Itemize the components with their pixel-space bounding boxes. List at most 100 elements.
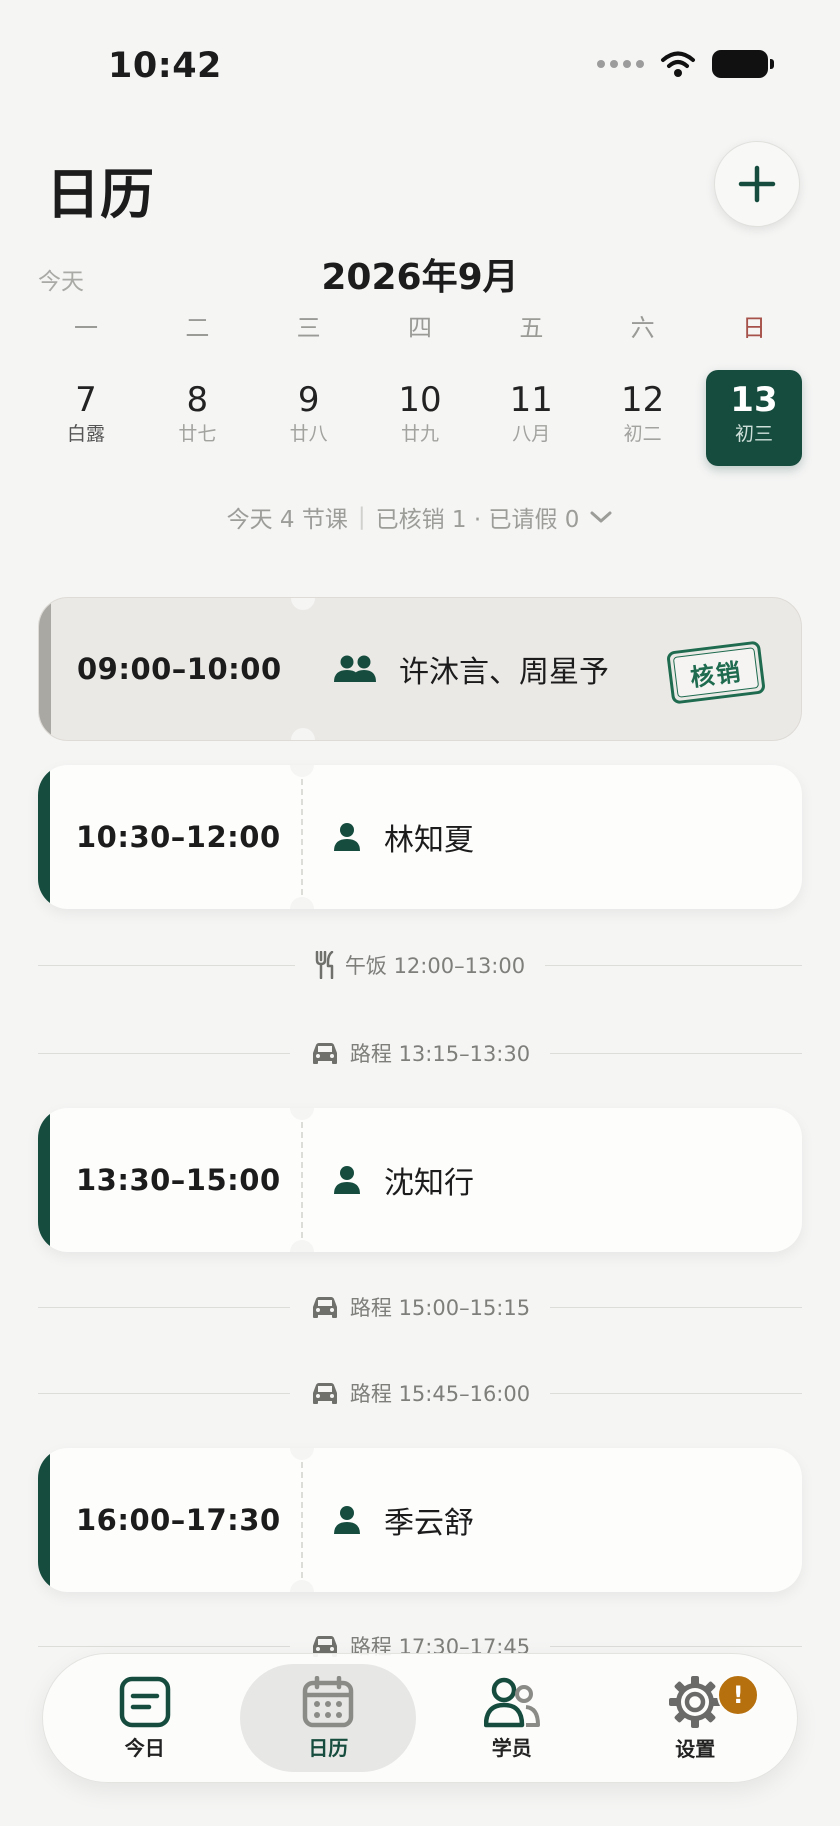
ticket-notch [290, 1108, 314, 1120]
date-row: 7 白露 8 廿七 9 廿八 10 廿九 11 八月 12 初二 13 初三 [38, 370, 802, 466]
weekday-label: 二 [185, 314, 210, 342]
lesson-card-checked[interactable]: 09:00–10:00 许沐言、周星予 核销 [38, 597, 802, 741]
today-icon [119, 1676, 170, 1727]
lunar-date: 廿七 [178, 423, 217, 445]
separator-line [38, 1306, 290, 1308]
date-cell[interactable]: 9 廿八 [261, 370, 357, 466]
date-cell[interactable]: 12 初二 [595, 370, 691, 466]
weekday-label-sunday: 日 [741, 314, 766, 342]
date-cell[interactable]: 11 八月 [483, 370, 579, 466]
lunar-date: 廿九 [400, 423, 439, 445]
date-cell[interactable]: 8 廿七 [149, 370, 245, 466]
break-label: 午饭 12:00–13:00 [344, 954, 526, 978]
student-names: 许沐言、周星予 [399, 655, 609, 690]
weekday-label: 五 [519, 314, 544, 342]
lesson-students: 沈知行 [332, 1108, 474, 1252]
card-divider [301, 779, 303, 895]
lesson-students: 林知夏 [332, 765, 474, 909]
weekday-label: 一 [74, 314, 98, 342]
tab-label: 设置 [675, 1736, 716, 1761]
calendar-icon [303, 1675, 354, 1727]
group-icon [334, 655, 376, 682]
weekday-label: 四 [407, 314, 432, 342]
travel-separator: 路程 13:15–13:30 [38, 1037, 802, 1069]
travel-separator: 路程 15:45–16:00 [38, 1377, 802, 1409]
tab-calendar[interactable]: 日历 [240, 1664, 417, 1772]
separator-line [38, 1645, 290, 1647]
separator-line [550, 1052, 802, 1054]
plus-icon [738, 165, 776, 203]
person-icon [334, 1506, 360, 1534]
gear-icon [669, 1675, 722, 1728]
tab-settings[interactable]: 设置 ! [607, 1664, 783, 1772]
separator-line [550, 1392, 802, 1394]
student-name: 沈知行 [384, 1166, 474, 1201]
status-time: 10:42 [108, 46, 222, 86]
ticket-notch [291, 598, 315, 610]
separator-line [38, 964, 295, 966]
student-name: 季云舒 [384, 1506, 474, 1541]
ticket-notch [290, 1240, 314, 1252]
date-cell[interactable]: 7 白露 [38, 370, 134, 466]
separator-line [545, 964, 802, 966]
card-accent-bar [38, 765, 50, 909]
break-info: 午饭 12:00–13:00 [295, 950, 545, 980]
page-title: 日历 [46, 163, 154, 226]
person-icon [334, 1166, 360, 1194]
day-summary[interactable]: 今天 4 节课 | 已核销 1 · 已请假 0 [0, 500, 840, 534]
weekday-row: 一 二 三 四 五 六 日 [38, 308, 802, 343]
student-name: 林知夏 [384, 823, 474, 858]
lesson-card[interactable]: 16:00–17:30 季云舒 [38, 1448, 802, 1592]
status-bar: 10:42 [0, 0, 840, 130]
lunar-date: 廿八 [289, 423, 328, 445]
card-divider [301, 1122, 303, 1238]
separator-line [38, 1392, 290, 1394]
wifi-icon [661, 51, 695, 77]
lesson-count: 今天 4 节课 [226, 507, 348, 533]
date-number: 8 [186, 380, 209, 420]
travel-info: 路程 15:45–16:00 [290, 1378, 550, 1408]
date-number: 9 [297, 380, 320, 420]
battery-icon [712, 50, 774, 78]
month-label[interactable]: 2026年9月 [0, 248, 840, 300]
tab-students[interactable]: 学员 [424, 1664, 600, 1772]
card-accent-bar [38, 1108, 50, 1252]
ticket-notch [290, 1580, 314, 1592]
separator-line [38, 1052, 290, 1054]
lunar-date: 白露 [66, 423, 105, 445]
date-cell-selected[interactable]: 13 初三 [705, 370, 802, 466]
lesson-time: 13:30–15:00 [76, 1163, 281, 1197]
car-icon [312, 1043, 337, 1064]
weekday-label: 三 [296, 314, 321, 342]
lesson-card[interactable]: 10:30–12:00 林知夏 [38, 765, 802, 909]
weekday-label: 六 [630, 314, 655, 342]
travel-separator: 路程 15:00–15:15 [38, 1291, 802, 1323]
lunar-date: 初二 [623, 423, 662, 445]
lesson-students: 许沐言、周星予 [333, 598, 609, 740]
date-number: 12 [621, 380, 665, 420]
tab-label: 学员 [491, 1735, 532, 1760]
car-icon [312, 1297, 337, 1318]
lesson-card[interactable]: 13:30–15:00 沈知行 [38, 1108, 802, 1252]
travel-label: 路程 13:15–13:30 [349, 1042, 531, 1066]
tab-bar: 今日 日历 学员 设置 ! [42, 1653, 798, 1783]
students-icon [483, 1677, 540, 1727]
tab-label: 今日 [124, 1735, 165, 1760]
lunar-date: 八月 [512, 423, 551, 445]
car-icon [312, 1383, 337, 1404]
card-divider [301, 1462, 303, 1578]
ticket-notch [290, 1448, 314, 1460]
card-accent-bar [38, 1448, 50, 1592]
add-button[interactable] [714, 141, 800, 227]
lesson-time: 16:00–17:30 [76, 1503, 281, 1537]
stamp-text: 核销 [672, 647, 760, 698]
tab-today[interactable]: 今日 [57, 1664, 233, 1772]
date-cell[interactable]: 10 廿九 [372, 370, 468, 466]
lesson-time: 09:00–10:00 [77, 652, 282, 686]
person-icon [334, 823, 360, 851]
chevron-down-icon [590, 511, 612, 523]
utensils-icon [315, 951, 334, 979]
status-icons [597, 50, 774, 78]
checked-stamp: 核销 [666, 640, 766, 705]
tab-label: 日历 [308, 1735, 349, 1760]
